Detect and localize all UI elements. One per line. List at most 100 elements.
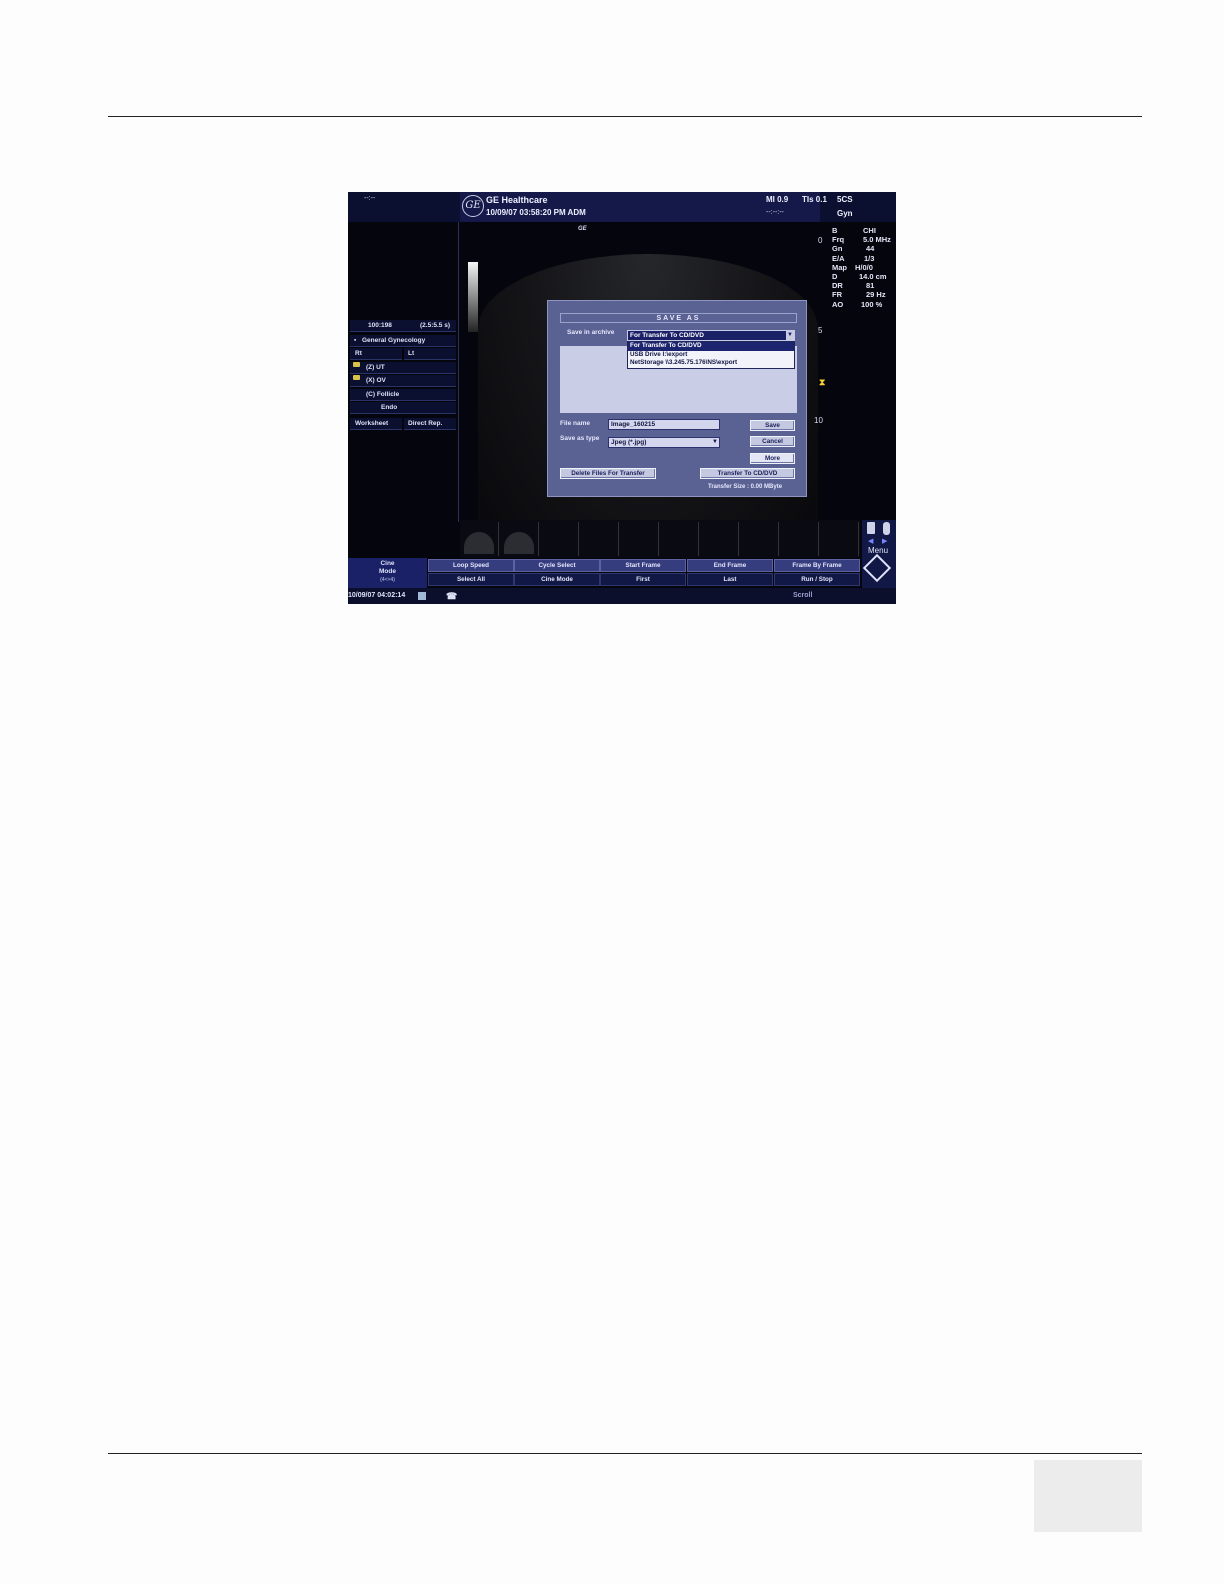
worksheet-label: Worksheet: [355, 420, 389, 427]
depth-10: 10: [814, 416, 823, 425]
printer-icon[interactable]: [867, 522, 875, 534]
archive-dropdown-list[interactable]: For Transfer To CD/DVD USB Drive I:\expo…: [627, 341, 795, 369]
list-item[interactable]: (C) Follicle: [350, 389, 456, 401]
param-label: DR: [832, 281, 843, 291]
archive-option[interactable]: For Transfer To CD/DVD: [628, 342, 794, 351]
list-item[interactable]: (Z) UT: [350, 362, 456, 374]
chevron-down-icon[interactable]: ▼: [786, 331, 794, 340]
frame-by-frame-softkey[interactable]: Frame By Frame: [774, 559, 860, 572]
list-item[interactable]: Endo: [350, 402, 456, 414]
save-type-value: Jpeg (*.jpg): [611, 439, 647, 446]
cine-counter-row: 100:198 (2.5:5.5 s): [350, 320, 456, 332]
param-value: 100 %: [861, 299, 883, 309]
preset-name: Gyn: [837, 209, 853, 218]
end-frame-softkey[interactable]: End Frame: [687, 559, 773, 572]
param-value: CHI: [863, 226, 876, 235]
worksheet-button[interactable]: Worksheet: [350, 418, 402, 430]
list-item-label: Endo: [381, 404, 398, 411]
thumbnail-slot[interactable]: [620, 522, 659, 556]
ultrasound-screenshot: --:-- GE GE Healthcare 10/09/07 03:58:20…: [348, 192, 896, 604]
save-type-select[interactable]: Jpeg (*.jpg) ▼: [608, 437, 720, 448]
transfer-button[interactable]: Transfer To CD/DVD: [700, 468, 795, 479]
arrow-left-icon[interactable]: ◀: [868, 537, 873, 545]
transfer-size: Transfer Size : 0.00 MByte: [708, 484, 783, 490]
lt-button[interactable]: Lt: [404, 348, 456, 360]
thumbnail[interactable]: [460, 522, 499, 556]
last-softkey[interactable]: Last: [687, 573, 773, 586]
brand-name: GE Healthcare: [486, 195, 548, 205]
footer-rule: [108, 1453, 1142, 1454]
cine-mode-title-2: Mode: [379, 568, 396, 575]
lt-label: Lt: [408, 350, 415, 357]
thumbnail-slot[interactable]: [660, 522, 699, 556]
cancel-button[interactable]: Cancel: [750, 436, 795, 447]
rt-button[interactable]: Rt: [350, 348, 402, 360]
loop-speed-softkey[interactable]: Loop Speed: [428, 559, 514, 572]
list-item-label: (X) OV: [366, 377, 386, 384]
first-softkey[interactable]: First: [600, 573, 686, 586]
study-name: General Gynecology: [362, 337, 426, 344]
thumbnail-slot[interactable]: [580, 522, 619, 556]
direct-report-button[interactable]: Direct Rep.: [404, 418, 456, 430]
depth-0: 0: [818, 236, 823, 245]
select-all-softkey[interactable]: Select All: [428, 573, 514, 586]
archive-select[interactable]: For Transfer To CD/DVD ▼: [627, 330, 795, 341]
param-value: 44: [866, 244, 875, 254]
study-row[interactable]: ▪ General Gynecology: [350, 335, 456, 347]
save-button[interactable]: Save: [750, 420, 795, 431]
thumbnail-slot[interactable]: [740, 522, 779, 556]
menu-area: ◀ ▶ Menu: [862, 520, 896, 588]
focus-marker-icon: ⧗: [819, 377, 826, 387]
cine-mode-tile[interactable]: Cine Mode (4<>4): [348, 558, 427, 588]
param-label: Frq: [832, 235, 845, 245]
thumbnail-slot[interactable]: [700, 522, 739, 556]
more-button[interactable]: More: [750, 453, 795, 464]
arrow-right-icon[interactable]: ▶: [882, 537, 887, 545]
file-name-label: File name: [560, 420, 590, 427]
network-icon: [418, 592, 426, 600]
tis-index: TIs 0.1: [802, 195, 827, 204]
thumbnail-slot[interactable]: [820, 522, 859, 556]
depth-5: 5: [818, 326, 823, 335]
grayscale-bar: [468, 262, 478, 332]
param-value: 5.0 MHz: [863, 235, 891, 245]
dialog-title: SAVE AS: [560, 313, 797, 323]
delete-files-button[interactable]: Delete Files For Transfer: [560, 468, 656, 479]
exam-datetime: 10/09/07 03:58:20 PM ADM: [486, 208, 586, 217]
storage-icon[interactable]: [883, 522, 890, 535]
param-value: 1/3: [864, 253, 875, 263]
chevron-down-icon[interactable]: ▼: [712, 438, 718, 447]
trackball-diamond-icon[interactable]: [862, 553, 892, 583]
list-item-label: (C) Follicle: [366, 391, 400, 398]
file-name-input[interactable]: Image_160215: [608, 419, 720, 430]
time-placeholder: --:--:--: [766, 209, 784, 216]
run-stop-softkey[interactable]: Run / Stop: [774, 573, 860, 586]
scroll-label: Scroll: [793, 592, 813, 599]
phone-icon: ☎: [446, 591, 458, 601]
cine-mode-title: Cine: [380, 560, 395, 567]
header-rule: [108, 116, 1142, 117]
cycle-select-softkey[interactable]: Cycle Select: [514, 559, 600, 572]
param-value: 81: [866, 281, 875, 291]
start-frame-softkey[interactable]: Start Frame: [600, 559, 686, 572]
thumbnail-slot[interactable]: [780, 522, 819, 556]
clipboard-strip: [460, 520, 860, 558]
param-label: E/A: [832, 253, 845, 263]
archive-option[interactable]: USB Drive I:\export: [628, 351, 794, 360]
archive-select-value: For Transfer To CD/DVD: [630, 332, 704, 339]
list-item[interactable]: (X) OV: [350, 375, 456, 387]
panel-divider: [458, 222, 459, 522]
probe-name: 5CS: [837, 195, 853, 204]
thumbnail[interactable]: [500, 522, 539, 556]
thumbnail-slot[interactable]: [540, 522, 579, 556]
param-value: H/0/0: [855, 262, 873, 272]
rt-label: Rt: [355, 350, 362, 357]
param-label: D: [832, 272, 838, 281]
archive-option[interactable]: NetStorage \\3.245.75.176\NS\export: [628, 359, 794, 368]
left-indicator: --:--: [364, 195, 376, 202]
cine-mode-softkey[interactable]: Cine Mode: [514, 573, 600, 586]
param-label: B: [832, 226, 838, 235]
menu-label[interactable]: Menu: [868, 546, 888, 555]
top-bar: --:-- GE GE Healthcare 10/09/07 03:58:20…: [348, 192, 896, 222]
save-in-label: Save in archive: [567, 329, 615, 336]
